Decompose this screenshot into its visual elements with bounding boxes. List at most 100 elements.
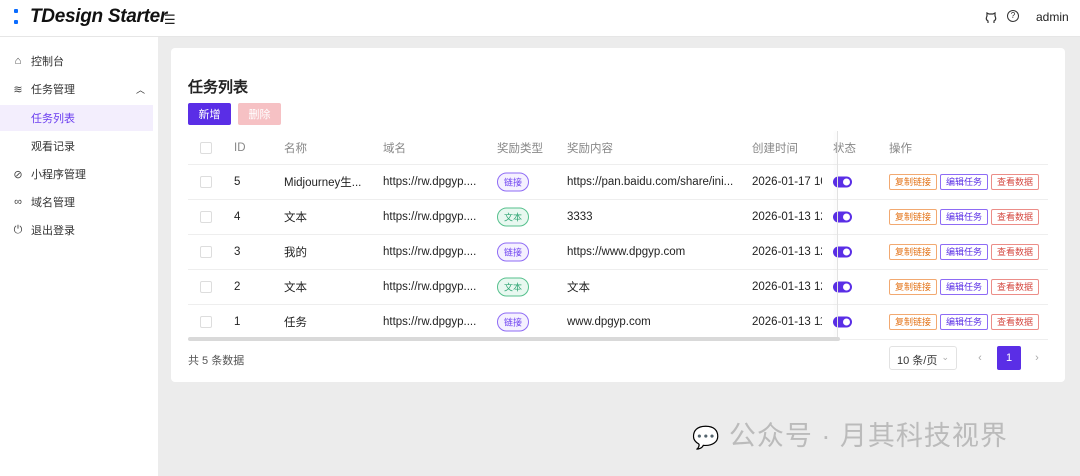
row-checkbox[interactable] <box>200 246 212 258</box>
col-name: 名称 <box>284 142 307 155</box>
type-tag: 链接 <box>497 312 530 332</box>
page-size-select[interactable]: 10 条/页 ⌄ <box>889 346 957 370</box>
col-type: 奖励类型 <box>497 142 543 155</box>
edit-task-button[interactable]: 编辑任务 <box>940 279 989 295</box>
layers-icon: ≋ <box>13 83 23 96</box>
status-toggle[interactable] <box>833 211 852 223</box>
fixed-column-divider <box>837 131 838 341</box>
cell-name: 任务 <box>284 317 307 329</box>
sidebar: ⌂ 控制台 ≋ 任务管理 ︿ 任务列表 观看记录 ⊘ 小程序管理 ∞ 域名管理 ⏻ 退出登录 <box>0 37 158 476</box>
label: 域名管理 <box>31 197 75 209</box>
edit-task-button[interactable]: 编辑任务 <box>940 209 989 225</box>
cell-name: 文本 <box>284 282 307 294</box>
status-toggle[interactable] <box>833 176 852 188</box>
view-data-button[interactable]: 查看数据 <box>991 279 1040 295</box>
cell-created: 2026-01-13 11 <box>752 316 822 328</box>
top-header: TDesign Starter ☰ ? admin <box>0 0 1080 37</box>
horizontal-scrollbar[interactable] <box>188 337 840 341</box>
type-tag: 链接 <box>497 242 530 262</box>
cell-created: 2026-01-13 12 <box>752 211 822 223</box>
logo-icon <box>14 8 18 28</box>
task-list-card: 任务列表 新增 删除 ID 名称 域名 奖励类型 奖励内容 创建时间 状态 操作… <box>171 48 1065 382</box>
user-menu[interactable]: admin <box>1036 10 1069 24</box>
cell-created: 2026-01-13 12 <box>752 281 822 293</box>
label: 退出登录 <box>31 225 75 237</box>
copy-link-button[interactable]: 复制链接 <box>889 279 938 295</box>
row-checkbox[interactable] <box>200 176 212 188</box>
select-all-checkbox[interactable] <box>200 141 212 154</box>
cell-content: www.dpgyp.com <box>567 316 651 328</box>
sidebar-item-task-list[interactable]: 任务列表 <box>0 105 153 131</box>
label: 控制台 <box>31 56 64 68</box>
sidebar-item-logout[interactable]: ⏻ 退出登录 <box>0 217 153 243</box>
sidebar-item-miniprogram[interactable]: ⊘ 小程序管理 <box>0 161 153 187</box>
cell-domain: https://rw.dpgyp.... <box>383 176 477 188</box>
page-size-value: 10 条/页 <box>897 355 938 367</box>
cell-id: 4 <box>234 211 241 223</box>
power-icon: ⏻ <box>13 223 23 236</box>
sidebar-item-dashboard[interactable]: ⌂ 控制台 <box>0 48 153 74</box>
copy-link-button[interactable]: 复制链接 <box>889 174 938 190</box>
cell-content: 文本 <box>567 282 590 294</box>
view-data-button[interactable]: 查看数据 <box>991 314 1040 330</box>
edit-task-button[interactable]: 编辑任务 <box>940 174 989 190</box>
col-domain: 域名 <box>383 142 406 155</box>
table-row: 5 Midjourney生... https://rw.dpgyp.... 链接… <box>188 165 1048 200</box>
row-checkbox[interactable] <box>200 281 212 293</box>
label: 小程序管理 <box>31 169 86 181</box>
copy-link-button[interactable]: 复制链接 <box>889 314 938 330</box>
sidebar-item-domain[interactable]: ∞ 域名管理 <box>0 189 153 215</box>
next-page-button[interactable]: › <box>1025 346 1049 370</box>
table-row: 1 任务 https://rw.dpgyp.... 链接 www.dpgyp.c… <box>188 305 1048 340</box>
cell-domain: https://rw.dpgyp.... <box>383 281 477 293</box>
task-table: ID 名称 域名 奖励类型 奖励内容 创建时间 状态 操作 5 Midjourn… <box>188 131 1048 341</box>
cell-id: 2 <box>234 281 241 293</box>
cell-id: 5 <box>234 176 241 188</box>
col-created: 创建时间 <box>752 142 798 155</box>
help-icon[interactable]: ? <box>1007 10 1019 22</box>
cell-content: https://pan.baidu.com/share/ini... <box>567 176 734 188</box>
cell-id: 3 <box>234 246 241 258</box>
cell-id: 1 <box>234 316 241 328</box>
label: 任务管理 <box>31 84 75 96</box>
cell-domain: https://rw.dpgyp.... <box>383 211 477 223</box>
copy-link-button[interactable]: 复制链接 <box>889 244 938 260</box>
row-checkbox[interactable] <box>200 316 212 328</box>
col-id: ID <box>234 141 246 154</box>
view-data-button[interactable]: 查看数据 <box>991 174 1040 190</box>
watermark: 💬 公众号 · 月其科技视界 <box>692 414 1008 453</box>
cell-domain: https://rw.dpgyp.... <box>383 316 477 328</box>
page-title: 任务列表 <box>188 79 249 96</box>
wechat-icon: 💬 <box>692 425 721 450</box>
cell-domain: https://rw.dpgyp.... <box>383 246 477 258</box>
link-icon: ∞ <box>14 196 22 208</box>
chevron-up-icon: ︿ <box>135 84 145 95</box>
watermark-text: 公众号 · 月其科技视界 <box>728 421 1008 451</box>
status-toggle[interactable] <box>833 246 852 258</box>
table-row: 2 文本 https://rw.dpgyp.... 文本 文本 2026-01-… <box>188 270 1048 305</box>
view-data-button[interactable]: 查看数据 <box>991 244 1040 260</box>
label: 观看记录 <box>31 141 75 153</box>
prev-page-button[interactable]: ‹ <box>968 346 992 370</box>
table-header: ID 名称 域名 奖励类型 奖励内容 创建时间 状态 操作 <box>188 131 1048 165</box>
type-tag: 文本 <box>497 207 530 227</box>
edit-task-button[interactable]: 编辑任务 <box>940 244 989 260</box>
add-button[interactable]: 新增 <box>188 103 231 125</box>
menu-icon[interactable]: ☰ <box>164 12 176 28</box>
table-row: 4 文本 https://rw.dpgyp.... 文本 3333 2026-0… <box>188 200 1048 235</box>
cell-content: 3333 <box>567 211 593 223</box>
github-icon[interactable] <box>985 11 997 24</box>
edit-task-button[interactable]: 编辑任务 <box>940 314 989 330</box>
status-toggle[interactable] <box>833 281 852 293</box>
sidebar-item-watch-records[interactable]: 观看记录 <box>0 133 153 159</box>
copy-link-button[interactable]: 复制链接 <box>889 209 938 225</box>
row-checkbox[interactable] <box>200 211 212 223</box>
view-data-button[interactable]: 查看数据 <box>991 209 1040 225</box>
type-tag: 文本 <box>497 277 530 297</box>
sidebar-item-task-management[interactable]: ≋ 任务管理 ︿ <box>0 76 153 102</box>
delete-button[interactable]: 删除 <box>238 103 281 125</box>
page-1-button[interactable]: 1 <box>997 346 1021 370</box>
status-toggle[interactable] <box>833 316 852 328</box>
table-row: 3 我的 https://rw.dpgyp.... 链接 https://www… <box>188 235 1048 270</box>
cell-content: https://www.dpgyp.com <box>567 246 686 258</box>
